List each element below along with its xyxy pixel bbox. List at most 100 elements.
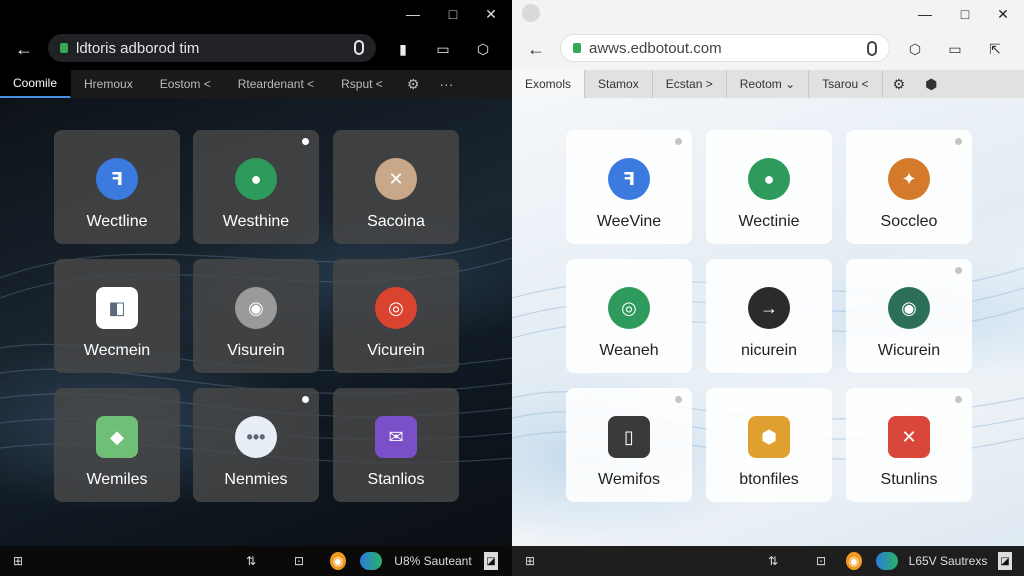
- title-bar: — □ ✕: [512, 0, 1024, 28]
- lock-icon: [573, 43, 581, 53]
- navigation-bar: ← awws.edbotout.com ⬡ ▭ ⇱: [512, 28, 1024, 70]
- tab-strip: Coomile Hremoux Eostom < Rteardenant < R…: [0, 70, 512, 98]
- shortcut-tile[interactable]: ◎ Vicurein: [333, 259, 459, 373]
- profile-avatar[interactable]: [522, 4, 540, 22]
- pin-dot-icon[interactable]: [675, 138, 682, 145]
- shortcut-tile[interactable]: ◎ Weaneh: [566, 259, 692, 373]
- settings-gear-icon[interactable]: ⚙: [883, 70, 916, 98]
- close-button[interactable]: ✕: [992, 4, 1014, 24]
- app-orange-icon[interactable]: ◉: [330, 552, 346, 570]
- shortcut-label: Stanlios: [367, 471, 425, 488]
- shield-icon: ⬢: [748, 416, 790, 458]
- sync-icon[interactable]: ⇅: [242, 552, 260, 570]
- notification-icon[interactable]: ⊡: [812, 552, 830, 570]
- collections-icon[interactable]: ▭: [432, 38, 454, 60]
- folder-icon: ◆: [96, 416, 138, 458]
- shortcut-tile[interactable]: ✉ Stanlios: [333, 388, 459, 502]
- shortcut-label: Westhine: [222, 213, 290, 230]
- minimize-button[interactable]: —: [914, 4, 936, 24]
- extension-puzzle-icon[interactable]: ⬢: [915, 70, 947, 98]
- tools-icon: ✕: [375, 158, 417, 200]
- chat-icon: ●: [235, 158, 277, 200]
- taskbar: ⊞ ⇅ ⊡ ◉ U8% Sauteant ◪: [0, 546, 512, 576]
- shortcut-tile[interactable]: ꟻ Wectline: [54, 130, 180, 244]
- shortcut-tile[interactable]: ◉ Visurein: [193, 259, 319, 373]
- show-desktop-icon[interactable]: ◪: [998, 552, 1012, 570]
- shortcut-label: Wemiles: [86, 471, 148, 488]
- pin-dot-icon[interactable]: [955, 396, 962, 403]
- show-desktop-icon[interactable]: ◪: [484, 552, 498, 570]
- shortcut-tile[interactable]: ◧ Wecmein: [54, 259, 180, 373]
- shortcut-label: nicurein: [740, 342, 798, 359]
- chrome-icon: ◎: [375, 287, 417, 329]
- back-arrow-icon[interactable]: ←: [12, 37, 36, 61]
- right-browser-window: — □ ✕ ← awws.edbotout.com ⬡ ▭ ⇱ Exomols …: [512, 0, 1024, 576]
- tab-1[interactable]: Exomols: [512, 70, 586, 98]
- reader-icon[interactable]: ▮: [392, 38, 414, 60]
- tab-3[interactable]: Eostom <: [147, 70, 225, 98]
- minimize-button[interactable]: —: [402, 4, 424, 24]
- shortcut-tile[interactable]: ◆ Wemiles: [54, 388, 180, 502]
- extensions-icon[interactable]: ⬡: [904, 38, 926, 60]
- pin-dot-icon[interactable]: [955, 267, 962, 274]
- pin-dot-icon[interactable]: [955, 138, 962, 145]
- close-button[interactable]: ✕: [480, 4, 502, 24]
- tab-5[interactable]: Tsarou <: [809, 70, 883, 98]
- weather-icon[interactable]: [876, 552, 898, 570]
- shortcut-tile[interactable]: ✕ Sacoina: [333, 130, 459, 244]
- tab-strip: Exomols Stamox Ecstan > Reotom ⌄ Tsarou …: [512, 70, 1024, 98]
- document-icon: ꟻ: [96, 158, 138, 200]
- pin-dot-icon[interactable]: [302, 138, 309, 145]
- more-icon: •••: [235, 416, 277, 458]
- shortcut-label: Stunlins: [880, 471, 938, 488]
- pin-dot-icon[interactable]: [675, 396, 682, 403]
- microphone-icon[interactable]: [867, 41, 877, 56]
- back-arrow-icon[interactable]: ←: [524, 37, 548, 61]
- lock-icon: [60, 43, 68, 53]
- shortcut-tile[interactable]: ▯ Wemifos: [566, 388, 692, 502]
- shortcut-tile[interactable]: ⬢ btonfiles: [706, 388, 832, 502]
- close-box-icon: ✕: [888, 416, 930, 458]
- collections-icon[interactable]: ▭: [944, 38, 966, 60]
- address-bar[interactable]: awws.edbotout.com: [560, 34, 890, 62]
- settings-gear-icon[interactable]: ⚙: [397, 70, 430, 98]
- start-windows-icon[interactable]: ⊞: [10, 552, 26, 570]
- start-windows-icon[interactable]: ⊞: [522, 552, 538, 570]
- url-text: awws.edbotout.com: [589, 39, 722, 57]
- tab-2[interactable]: Hremoux: [71, 70, 147, 98]
- mail-icon: ✉: [375, 416, 417, 458]
- navigation-bar: ← ldtoris adborod tim ▮ ▭ ⬡: [0, 28, 512, 70]
- share-icon[interactable]: ⇱: [984, 38, 1006, 60]
- tab-4[interactable]: Rteardenant <: [225, 70, 328, 98]
- weather-icon[interactable]: [360, 552, 382, 570]
- shortcut-label: Wemifos: [598, 471, 660, 488]
- tab-5[interactable]: Rsput <: [328, 70, 397, 98]
- shortcut-tile[interactable]: ••• Nenmies: [193, 388, 319, 502]
- more-menu-icon[interactable]: ···: [429, 70, 463, 98]
- tab-2[interactable]: Stamox: [585, 70, 653, 98]
- address-bar[interactable]: ldtoris adborod tim: [48, 34, 376, 62]
- maximize-button[interactable]: □: [442, 4, 464, 24]
- shortcut-tile[interactable]: ✦ Socclео: [846, 130, 972, 244]
- maximize-button[interactable]: □: [954, 4, 976, 24]
- sync-icon[interactable]: ⇅: [764, 552, 782, 570]
- shortcut-tile[interactable]: ✕ Stunlins: [846, 388, 972, 502]
- tab-1[interactable]: Coomile: [0, 70, 72, 98]
- shortcut-label: Wecmein: [83, 342, 151, 359]
- pin-dot-icon[interactable]: [302, 396, 309, 403]
- shortcut-tile[interactable]: ● Wectinie: [706, 130, 832, 244]
- notification-icon[interactable]: ⊡: [290, 552, 308, 570]
- extensions-icon[interactable]: ⬡: [472, 38, 494, 60]
- camera-icon: ◉: [888, 287, 930, 329]
- tab-4[interactable]: Reotom ⌄: [727, 70, 810, 98]
- app-orange-icon[interactable]: ◉: [846, 552, 862, 570]
- shortcut-tile[interactable]: ● Westhine: [193, 130, 319, 244]
- microphone-icon[interactable]: [354, 40, 364, 55]
- url-text: ldtoris adborod tim: [76, 39, 200, 57]
- title-bar: — □ ✕: [0, 0, 512, 28]
- shortcut-tile[interactable]: ꟻ WeeVine: [566, 130, 692, 244]
- tab-3[interactable]: Ecstan >: [653, 70, 727, 98]
- paper-icon: ▯: [608, 416, 650, 458]
- shortcut-tile[interactable]: ◉ Wicurein: [846, 259, 972, 373]
- shortcut-tile[interactable]: → nicurein: [706, 259, 832, 373]
